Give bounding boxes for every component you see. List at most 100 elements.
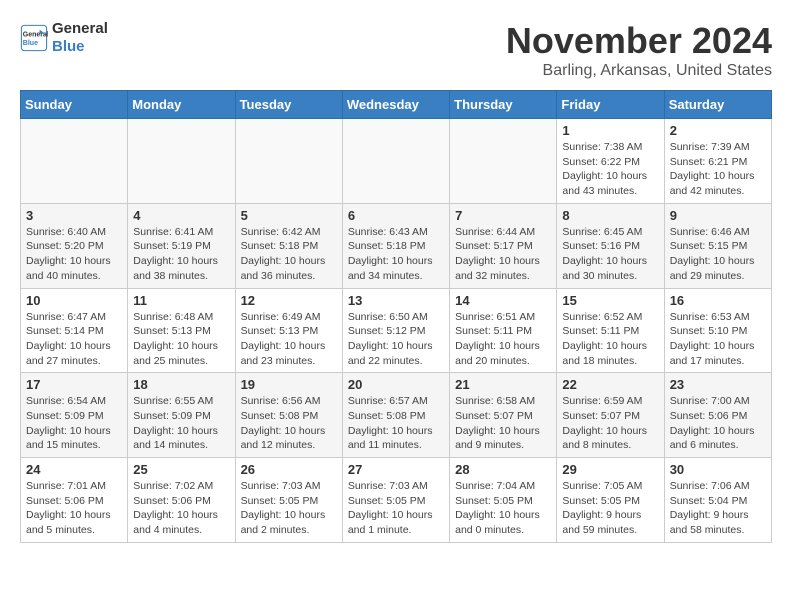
calendar-cell: 26Sunrise: 7:03 AMSunset: 5:05 PMDayligh… bbox=[235, 458, 342, 543]
calendar-cell bbox=[235, 119, 342, 204]
day-detail: Sunrise: 6:57 AMSunset: 5:08 PMDaylight:… bbox=[348, 394, 444, 453]
day-detail: Sunrise: 6:49 AMSunset: 5:13 PMDaylight:… bbox=[241, 310, 337, 369]
calendar-body: 1Sunrise: 7:38 AMSunset: 6:22 PMDaylight… bbox=[21, 119, 772, 543]
day-detail: Sunrise: 7:39 AMSunset: 6:21 PMDaylight:… bbox=[670, 140, 766, 199]
day-detail: Sunrise: 7:03 AMSunset: 5:05 PMDaylight:… bbox=[348, 479, 444, 538]
calendar-week-5: 24Sunrise: 7:01 AMSunset: 5:06 PMDayligh… bbox=[21, 458, 772, 543]
day-number: 20 bbox=[348, 377, 444, 392]
day-number: 22 bbox=[562, 377, 658, 392]
page-header: General Blue General Blue November 2024 … bbox=[20, 20, 772, 80]
svg-text:Blue: Blue bbox=[23, 40, 38, 47]
day-number: 28 bbox=[455, 462, 551, 477]
day-number: 16 bbox=[670, 293, 766, 308]
day-detail: Sunrise: 6:47 AMSunset: 5:14 PMDaylight:… bbox=[26, 310, 122, 369]
calendar-cell bbox=[450, 119, 557, 204]
day-number: 5 bbox=[241, 208, 337, 223]
calendar-cell bbox=[342, 119, 449, 204]
calendar-cell: 18 Sunrise: 6:55 AMSunset: 5:09 PMDayligh… bbox=[128, 373, 235, 458]
day-detail: Sunrise: 7:04 AMSunset: 5:05 PMDaylight:… bbox=[455, 479, 551, 538]
title-block: November 2024 Barling, Arkansas, United … bbox=[506, 20, 772, 80]
day-number: 14 bbox=[455, 293, 551, 308]
calendar-cell: 6 Sunrise: 6:43 AMSunset: 5:18 PMDaylight… bbox=[342, 203, 449, 288]
day-number: 8 bbox=[562, 208, 658, 223]
day-detail: Sunrise: 7:00 AMSunset: 5:06 PMDaylight:… bbox=[670, 394, 766, 453]
day-number: 27 bbox=[348, 462, 444, 477]
calendar-cell: 23 Sunrise: 7:00 AMSunset: 5:06 PMDayligh… bbox=[664, 373, 771, 458]
day-detail: Sunrise: 6:43 AMSunset: 5:18 PMDaylight:… bbox=[348, 225, 444, 284]
logo-blue: Blue bbox=[52, 38, 108, 56]
day-detail: Sunrise: 6:45 AMSunset: 5:16 PMDaylight:… bbox=[562, 225, 658, 284]
day-detail: Sunrise: 6:44 AMSunset: 5:17 PMDaylight:… bbox=[455, 225, 551, 284]
calendar-cell bbox=[128, 119, 235, 204]
calendar-cell: 4Sunrise: 6:41 AMSunset: 5:19 PMDaylight… bbox=[128, 203, 235, 288]
calendar-cell: 25Sunrise: 7:02 AMSunset: 5:06 PMDayligh… bbox=[128, 458, 235, 543]
day-detail: Sunrise: 6:40 AMSunset: 5:20 PMDaylight:… bbox=[26, 225, 122, 284]
day-number: 12 bbox=[241, 293, 337, 308]
calendar-cell: 15Sunrise: 6:52 AMSunset: 5:11 PMDayligh… bbox=[557, 288, 664, 373]
calendar-cell: 8 Sunrise: 6:45 AMSunset: 5:16 PMDaylight… bbox=[557, 203, 664, 288]
calendar-cell: 19 Sunrise: 6:56 AMSunset: 5:08 PMDayligh… bbox=[235, 373, 342, 458]
calendar-week-1: 1Sunrise: 7:38 AMSunset: 6:22 PMDaylight… bbox=[21, 119, 772, 204]
calendar-cell: 7 Sunrise: 6:44 AMSunset: 5:17 PMDaylight… bbox=[450, 203, 557, 288]
day-detail: Sunrise: 6:59 AMSunset: 5:07 PMDaylight:… bbox=[562, 394, 658, 453]
calendar-cell: 24Sunrise: 7:01 AMSunset: 5:06 PMDayligh… bbox=[21, 458, 128, 543]
day-number: 18 bbox=[133, 377, 229, 392]
day-detail: Sunrise: 7:06 AMSunset: 5:04 PMDaylight:… bbox=[670, 479, 766, 538]
calendar-cell: 20 Sunrise: 6:57 AMSunset: 5:08 PMDayligh… bbox=[342, 373, 449, 458]
day-number: 21 bbox=[455, 377, 551, 392]
calendar-cell: 11Sunrise: 6:48 AMSunset: 5:13 PMDayligh… bbox=[128, 288, 235, 373]
month-title: November 2024 bbox=[506, 20, 772, 62]
calendar-cell: 22 Sunrise: 6:59 AMSunset: 5:07 PMDayligh… bbox=[557, 373, 664, 458]
weekday-header-sunday: Sunday bbox=[21, 91, 128, 119]
logo-icon: General Blue bbox=[20, 24, 48, 52]
calendar-cell: 27 Sunrise: 7:03 AMSunset: 5:05 PMDayligh… bbox=[342, 458, 449, 543]
calendar-cell: 3 Sunrise: 6:40 AMSunset: 5:20 PMDaylight… bbox=[21, 203, 128, 288]
calendar-cell: 14 Sunrise: 6:51 AMSunset: 5:11 PMDayligh… bbox=[450, 288, 557, 373]
day-detail: Sunrise: 7:38 AMSunset: 6:22 PMDaylight:… bbox=[562, 140, 658, 199]
location-title: Barling, Arkansas, United States bbox=[506, 62, 772, 80]
day-detail: Sunrise: 6:50 AMSunset: 5:12 PMDaylight:… bbox=[348, 310, 444, 369]
day-number: 6 bbox=[348, 208, 444, 223]
calendar-cell: 10 Sunrise: 6:47 AMSunset: 5:14 PMDayligh… bbox=[21, 288, 128, 373]
day-number: 19 bbox=[241, 377, 337, 392]
day-detail: Sunrise: 7:03 AMSunset: 5:05 PMDaylight:… bbox=[241, 479, 337, 538]
day-detail: Sunrise: 7:05 AMSunset: 5:05 PMDaylight:… bbox=[562, 479, 658, 538]
svg-text:General: General bbox=[23, 32, 48, 39]
day-number: 3 bbox=[26, 208, 122, 223]
day-number: 10 bbox=[26, 293, 122, 308]
day-detail: Sunrise: 7:01 AMSunset: 5:06 PMDaylight:… bbox=[26, 479, 122, 538]
day-number: 15 bbox=[562, 293, 658, 308]
weekday-header-saturday: Saturday bbox=[664, 91, 771, 119]
weekday-header-friday: Friday bbox=[557, 91, 664, 119]
calendar-cell: 13 Sunrise: 6:50 AMSunset: 5:12 PMDayligh… bbox=[342, 288, 449, 373]
calendar-cell: 21Sunrise: 6:58 AMSunset: 5:07 PMDayligh… bbox=[450, 373, 557, 458]
day-number: 4 bbox=[133, 208, 229, 223]
day-detail: Sunrise: 6:42 AMSunset: 5:18 PMDaylight:… bbox=[241, 225, 337, 284]
calendar: SundayMondayTuesdayWednesdayThursdayFrid… bbox=[20, 90, 772, 543]
weekday-header-wednesday: Wednesday bbox=[342, 91, 449, 119]
calendar-cell: 2 Sunrise: 7:39 AMSunset: 6:21 PMDaylight… bbox=[664, 119, 771, 204]
calendar-cell: 9 Sunrise: 6:46 AMSunset: 5:15 PMDaylight… bbox=[664, 203, 771, 288]
day-detail: Sunrise: 6:53 AMSunset: 5:10 PMDaylight:… bbox=[670, 310, 766, 369]
day-number: 29 bbox=[562, 462, 658, 477]
calendar-week-4: 17Sunrise: 6:54 AMSunset: 5:09 PMDayligh… bbox=[21, 373, 772, 458]
day-detail: Sunrise: 6:46 AMSunset: 5:15 PMDaylight:… bbox=[670, 225, 766, 284]
weekday-header-row: SundayMondayTuesdayWednesdayThursdayFrid… bbox=[21, 91, 772, 119]
day-number: 23 bbox=[670, 377, 766, 392]
day-detail: Sunrise: 7:02 AMSunset: 5:06 PMDaylight:… bbox=[133, 479, 229, 538]
calendar-cell: 5 Sunrise: 6:42 AMSunset: 5:18 PMDaylight… bbox=[235, 203, 342, 288]
day-number: 9 bbox=[670, 208, 766, 223]
calendar-week-3: 10 Sunrise: 6:47 AMSunset: 5:14 PMDayligh… bbox=[21, 288, 772, 373]
day-detail: Sunrise: 6:55 AMSunset: 5:09 PMDaylight:… bbox=[133, 394, 229, 453]
calendar-cell bbox=[21, 119, 128, 204]
day-number: 7 bbox=[455, 208, 551, 223]
day-number: 13 bbox=[348, 293, 444, 308]
day-detail: Sunrise: 6:51 AMSunset: 5:11 PMDaylight:… bbox=[455, 310, 551, 369]
day-detail: Sunrise: 6:56 AMSunset: 5:08 PMDaylight:… bbox=[241, 394, 337, 453]
weekday-header-monday: Monday bbox=[128, 91, 235, 119]
calendar-cell: 12 Sunrise: 6:49 AMSunset: 5:13 PMDayligh… bbox=[235, 288, 342, 373]
day-number: 17 bbox=[26, 377, 122, 392]
logo: General Blue General Blue bbox=[20, 20, 108, 56]
day-number: 2 bbox=[670, 123, 766, 138]
calendar-cell: 30Sunrise: 7:06 AMSunset: 5:04 PMDayligh… bbox=[664, 458, 771, 543]
